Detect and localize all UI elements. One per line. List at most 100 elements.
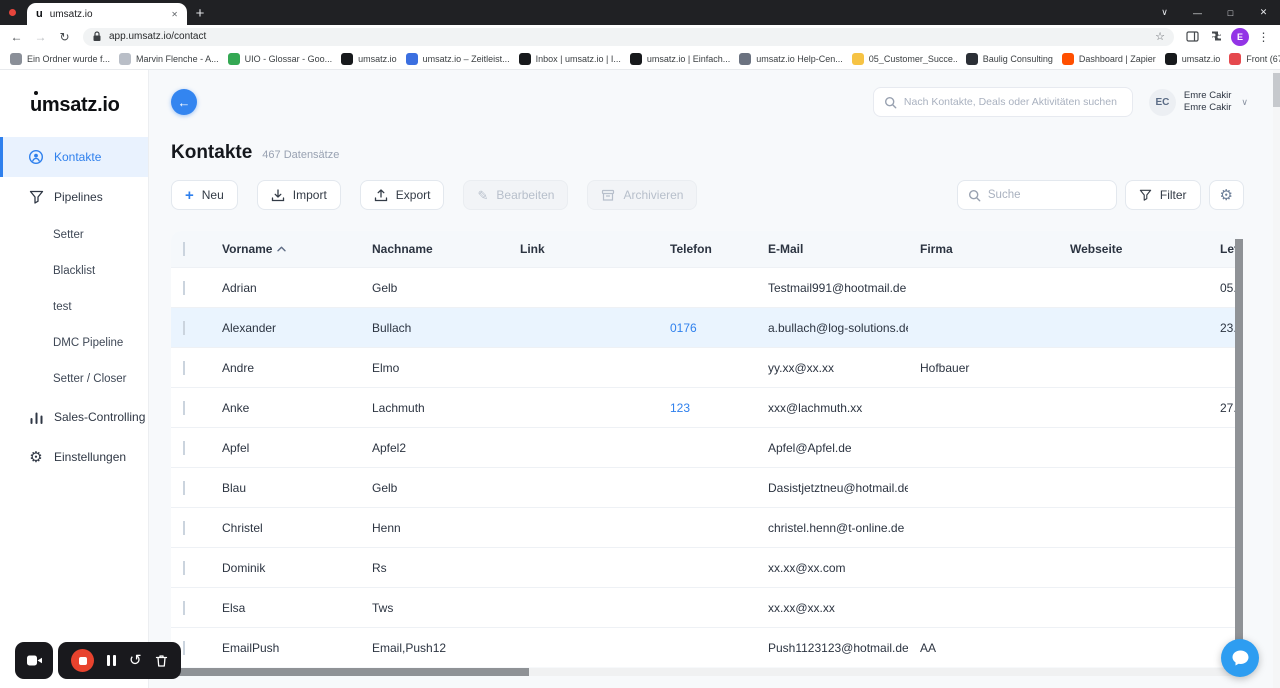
bookmark-item[interactable]: Marvin Flenche - A... <box>119 52 219 65</box>
back-button[interactable]: ← <box>171 89 197 115</box>
bookmark-item[interactable]: umsatz.io <box>341 52 397 65</box>
sidebar-item-kontakte[interactable]: Kontakte <box>0 137 148 177</box>
browser-menu-icon[interactable]: ⋮ <box>1254 27 1273 46</box>
new-button[interactable]: + Neu <box>171 180 238 210</box>
column-header-telefon[interactable]: Telefon <box>658 242 756 256</box>
column-header-link[interactable]: Link <box>508 242 658 256</box>
table-settings-button[interactable]: ⚙ <box>1208 180 1244 210</box>
bookmark-item[interactable]: Ein Ordner wurde f... <box>10 52 110 65</box>
bookmark-item[interactable]: umsatz.io Help-Cen... <box>739 52 843 65</box>
row-checkbox[interactable] <box>183 560 185 575</box>
minimize-icon[interactable]: — <box>1181 0 1214 25</box>
cell-telefon[interactable]: 123 <box>658 401 756 415</box>
column-header-nachname[interactable]: Nachname <box>360 242 508 256</box>
screen-recorder-widget: ↺ <box>15 642 181 679</box>
sidebar-item-dmc-pipeline[interactable]: DMC Pipeline <box>0 325 148 361</box>
cell-telefon[interactable]: 0176 <box>658 321 756 335</box>
maximize-icon[interactable]: □ <box>1214 0 1247 25</box>
column-header-firma[interactable]: Firma <box>908 242 1058 256</box>
table-row[interactable]: EmailPush Email,Push12 Push1123123@hotma… <box>171 627 1240 667</box>
sidebar-item-sales-controlling[interactable]: Sales-Controlling <box>0 397 148 437</box>
tab-close-icon[interactable]: ✕ <box>171 10 178 19</box>
table-row[interactable]: Apfel Apfel2 Apfel@Apfel.de <box>171 427 1240 467</box>
table-header: Vorname Nachname Link Telefon E-Mail Fir… <box>171 231 1240 267</box>
column-header-email[interactable]: E-Mail <box>756 242 908 256</box>
bookmark-item[interactable]: umsatz.io – Zeitleist... <box>405 52 510 65</box>
row-checkbox[interactable] <box>183 520 185 535</box>
row-checkbox[interactable] <box>183 280 185 295</box>
new-tab-button[interactable]: + <box>187 2 213 25</box>
horizontal-scrollbar-thumb[interactable] <box>171 668 529 676</box>
side-panel-icon[interactable] <box>1183 27 1202 46</box>
page-scrollbar[interactable] <box>1273 70 1280 688</box>
row-checkbox[interactable] <box>183 320 185 335</box>
bookmark-item[interactable]: Dashboard | Zapier <box>1061 52 1156 65</box>
sidebar-item-setter[interactable]: Setter <box>0 217 148 253</box>
stop-recording-button[interactable] <box>71 649 94 672</box>
table-row[interactable]: Anke Lachmuth 123 xxx@lachmuth.xx 27.1 <box>171 387 1240 427</box>
bookmark-item[interactable]: UIO - Glossar - Goo... <box>227 52 332 65</box>
table-search-input[interactable] <box>987 189 1106 201</box>
chat-bubble-icon <box>1232 650 1248 666</box>
browser-tab[interactable]: u umsatz.io ✕ <box>27 3 187 25</box>
camera-button[interactable] <box>15 642 53 679</box>
chat-launcher-button[interactable] <box>1221 639 1259 677</box>
edit-button[interactable]: ✎ Bearbeiten <box>463 180 569 210</box>
trash-icon[interactable] <box>155 654 168 668</box>
restart-recording-icon[interactable]: ↺ <box>129 653 142 668</box>
bookmark-star-icon[interactable]: ☆ <box>1155 30 1165 43</box>
bookmark-item[interactable]: umsatz.io | Einfach... <box>629 52 730 65</box>
bookmark-item[interactable]: Baulig Consulting <box>965 52 1053 65</box>
select-all-checkbox[interactable] <box>183 242 185 256</box>
row-checkbox[interactable] <box>183 360 185 375</box>
user-menu[interactable]: EC Emre Cakir Emre Cakir ∨ <box>1148 88 1248 116</box>
page-scrollbar-thumb[interactable] <box>1273 73 1280 107</box>
archive-icon <box>602 189 615 201</box>
row-checkbox[interactable] <box>183 600 185 615</box>
row-checkbox[interactable] <box>183 440 185 455</box>
close-icon[interactable]: ✕ <box>1247 0 1280 25</box>
extensions-puzzle-icon[interactable] <box>1207 27 1226 46</box>
row-checkbox[interactable] <box>183 480 185 495</box>
table-row[interactable]: Adrian Gelb Testmail991@hootmail.de 05.1 <box>171 267 1240 307</box>
reload-icon[interactable]: ↻ <box>55 27 74 46</box>
table-row[interactable]: Dominik Rs xx.xx@xx.com <box>171 547 1240 587</box>
forward-icon[interactable]: → <box>31 27 50 46</box>
vertical-scrollbar[interactable] <box>1235 232 1243 668</box>
cell-vorname: Alexander <box>222 320 277 335</box>
row-checkbox[interactable] <box>183 640 185 655</box>
browser-profile-avatar[interactable]: E <box>1231 27 1249 46</box>
sidebar-item-einstellungen[interactable]: ⚙ Einstellungen <box>0 437 148 477</box>
cell-vorname: Andre <box>222 360 255 375</box>
horizontal-scrollbar[interactable] <box>171 668 1232 676</box>
pause-recording-button[interactable] <box>107 655 116 666</box>
row-checkbox[interactable] <box>183 400 185 415</box>
archive-button[interactable]: Archivieren <box>587 180 698 210</box>
logo-dot <box>34 91 38 95</box>
bookmark-item[interactable]: Front (67) <box>1229 52 1280 65</box>
column-header-vorname[interactable]: Vorname <box>210 242 360 256</box>
bookmark-favicon <box>851 52 864 65</box>
table-row[interactable]: Christel Henn christel.henn@t-online.de <box>171 507 1240 547</box>
filter-icon <box>1139 189 1152 201</box>
sidebar-item-blacklist[interactable]: Blacklist <box>0 253 148 289</box>
filter-button[interactable]: Filter <box>1124 180 1201 210</box>
vertical-scrollbar-thumb[interactable] <box>1235 239 1243 649</box>
table-row[interactable]: Andre Elmo yy.xx@xx.xx Hofbauer <box>171 347 1240 387</box>
tab-search-chevron-icon[interactable]: ∨ <box>1148 0 1181 25</box>
address-bar[interactable]: app.umsatz.io/contact ☆ <box>83 27 1174 46</box>
export-button[interactable]: Export <box>359 180 445 210</box>
table-row[interactable]: Blau Gelb Dasistjetztneu@hotmail.de <box>171 467 1240 507</box>
bookmark-item[interactable]: 05_Customer_Succe... <box>851 52 957 65</box>
column-header-webseite[interactable]: Webseite <box>1058 242 1208 256</box>
bookmark-item[interactable]: Inbox | umsatz.io | I... <box>518 52 621 65</box>
sidebar-item-pipelines[interactable]: Pipelines <box>0 177 148 217</box>
global-search-input[interactable] <box>903 96 1122 108</box>
table-row[interactable]: Elsa Tws xx.xx@xx.xx <box>171 587 1240 627</box>
back-icon[interactable]: ← <box>7 27 26 46</box>
import-button[interactable]: Import <box>256 180 341 210</box>
table-row[interactable]: Alexander Bullach 0176 a.bullach@log-sol… <box>171 307 1240 347</box>
bookmark-item[interactable]: umsatz.io <box>1164 52 1220 65</box>
sidebar-item-test[interactable]: test <box>0 289 148 325</box>
sidebar-item-setter-closer[interactable]: Setter / Closer <box>0 361 148 397</box>
